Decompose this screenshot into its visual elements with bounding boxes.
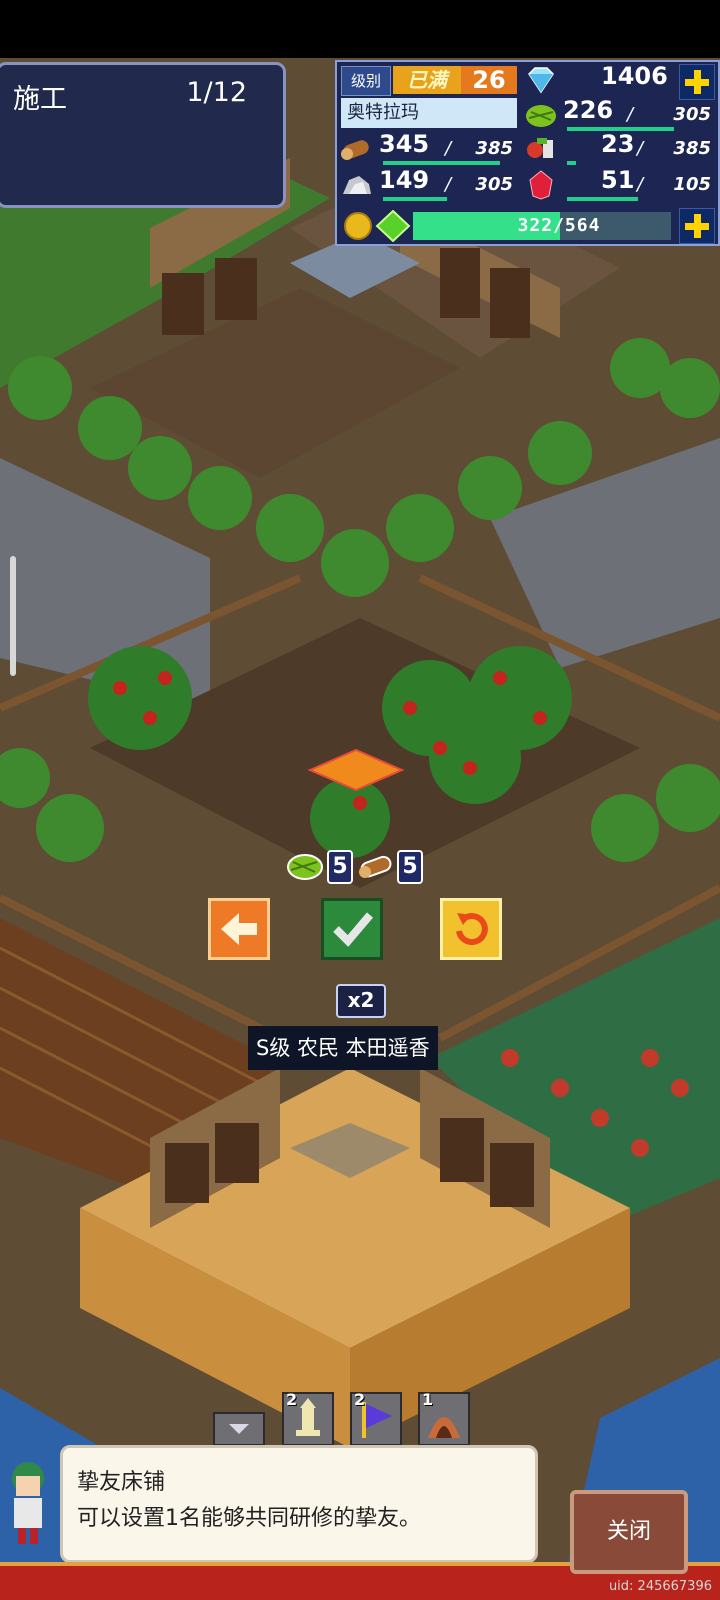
user-id: uid: 245667396 [608,1579,712,1594]
tray-item-tower[interactable]: 2 [282,1390,334,1446]
hint-title: 挚友床铺 [77,1470,166,1495]
cost-grass: 5 [285,850,353,884]
ruby-bar [567,197,638,201]
hint-description: 可以设置1名能够共同研修的挚友。 [77,1506,421,1531]
food-resource: 23 / 385 [523,130,717,165]
rotate-button[interactable] [440,898,502,960]
rank-max-badge: 已满 [393,66,461,94]
rotate-icon [456,913,488,945]
ore-icon [343,176,371,194]
wood-icon [359,855,392,878]
coin-icon [344,212,372,240]
ruby-resource: 51 / 105 [523,166,717,201]
construction-panel[interactable]: 施工 1/12 [0,62,286,208]
system-status-bar [0,0,720,58]
gem-count: 1406 [601,62,668,90]
wood-resource: 345 / 385 [339,130,519,165]
placement-cost: 5 5 [285,850,435,884]
chevron-down-icon [229,1424,249,1434]
experience-row: 322/564 [341,210,675,242]
add-gems-button[interactable] [679,64,715,100]
move-left-button[interactable] [208,898,270,960]
scroll-indicator[interactable] [10,556,16,676]
arrow-left-icon [221,913,257,945]
wood-bar [383,161,500,165]
hint-dialog: 挚友床铺 可以设置1名能够共同研修的挚友。 [60,1445,538,1563]
character-avatar [12,1462,44,1544]
ore-bar [383,197,447,201]
experience-text: 322/564 [517,215,601,236]
checkmark-icon [333,912,374,947]
construction-progress: 1/12 [186,77,247,108]
gem-counter: 1406 [523,62,673,97]
close-button[interactable]: 关闭 [570,1490,688,1574]
construction-label: 施工 [13,84,67,115]
ore-resource: 149 / 305 [339,166,519,201]
food-icon [527,138,553,158]
cost-wood: 5 [355,850,423,884]
confirm-placement-button[interactable] [321,898,383,960]
tray-item-cave[interactable]: 1 [418,1390,470,1446]
tray-item-flag[interactable]: 2 [350,1390,402,1446]
food-bar [567,161,576,165]
game-scene[interactable] [0,58,720,1600]
multiplier-badge: x2 [336,984,386,1018]
ruby-icon [529,170,553,200]
add-coins-button[interactable] [679,208,715,244]
diamond-icon [528,67,554,94]
resource-panel: 级别 已满 26 奥特拉玛 1406 226 / 305 345 / 385 2… [335,60,720,246]
rank-label: 级别 [341,66,391,96]
grass-icon [287,854,323,880]
rank-level: 26 [461,66,517,94]
wood-icon [341,140,369,160]
collapse-tray-button[interactable] [213,1412,265,1446]
town-name: 奥特拉玛 [341,98,517,128]
grass-icon [526,105,556,127]
worker-label: S级 农民 本田遥香 [248,1026,438,1070]
green-gem-icon [375,210,411,242]
grass-resource: 226 / 305 [523,96,717,131]
